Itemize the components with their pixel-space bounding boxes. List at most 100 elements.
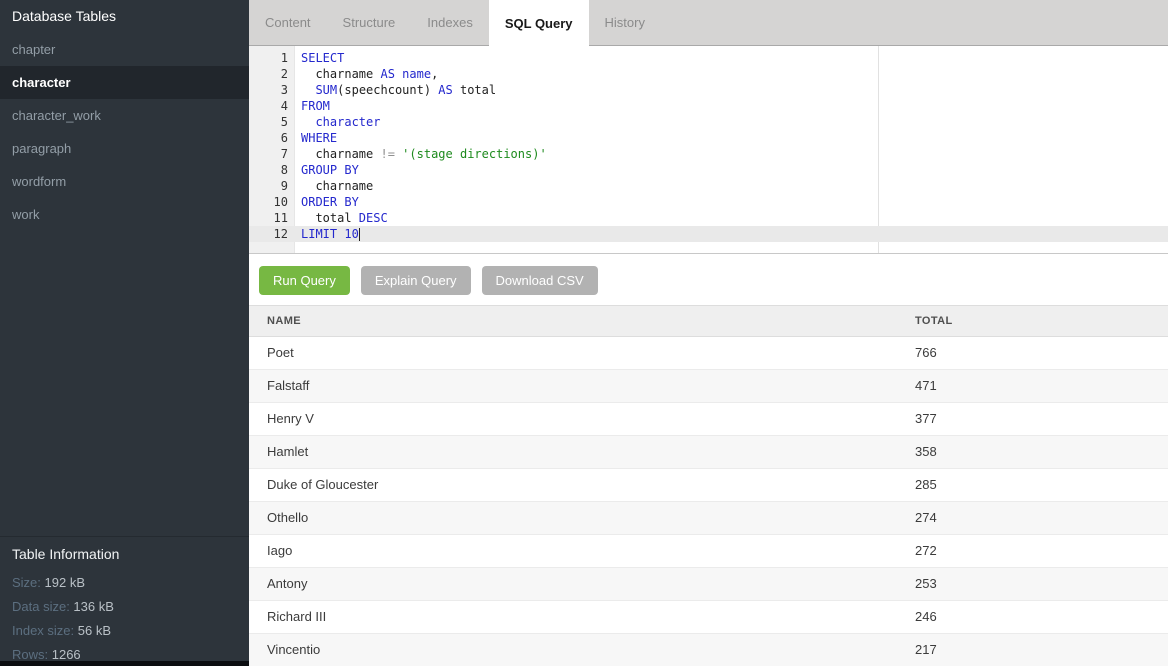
info-label: Data size: bbox=[12, 599, 73, 614]
cell-name: Iago bbox=[267, 535, 292, 567]
query-actions: Run Query Explain Query Download CSV bbox=[249, 254, 1168, 305]
code-line-3[interactable]: 3 SUM(speechcount) AS total bbox=[249, 82, 1168, 98]
line-number: 7 bbox=[249, 146, 288, 162]
token bbox=[301, 115, 315, 129]
sidebar-item-wordform[interactable]: wordform bbox=[0, 165, 249, 198]
table-row: Hamlet 358 bbox=[249, 436, 1168, 469]
table-info-row: Size: 192 kB bbox=[0, 571, 249, 595]
sidebar-item-character[interactable]: character bbox=[0, 66, 249, 99]
token: name bbox=[402, 67, 431, 81]
table-row: Vincentio217 bbox=[249, 634, 1168, 666]
token: SUM bbox=[315, 83, 337, 97]
code-line-5[interactable]: 5 character bbox=[249, 114, 1168, 130]
run-query-button[interactable]: Run Query bbox=[259, 266, 350, 295]
line-number: 3 bbox=[249, 82, 288, 98]
cell-total: 377 bbox=[915, 403, 937, 435]
line-number: 2 bbox=[249, 66, 288, 82]
tab-content[interactable]: Content bbox=[249, 0, 327, 45]
line-number: 5 bbox=[249, 114, 288, 130]
token: ORDER BY bbox=[301, 195, 359, 209]
table-info-panel: Table Information Size: 192 kBData size:… bbox=[0, 536, 249, 661]
token: '(stage directions)' bbox=[402, 147, 547, 161]
line-number: 6 bbox=[249, 130, 288, 146]
info-value: 192 kB bbox=[45, 575, 85, 590]
token: FROM bbox=[301, 99, 330, 113]
table-row: Iago272 bbox=[249, 535, 1168, 568]
results-body: Poet766Falstaff471Henry V377Hamlet358Duk… bbox=[249, 337, 1168, 666]
line-number: 9 bbox=[249, 178, 288, 194]
line-number: 8 bbox=[249, 162, 288, 178]
code-line-8[interactable]: 8 GROUP BY bbox=[249, 162, 1168, 178]
code-line-9[interactable]: 9 charname bbox=[249, 178, 1168, 194]
sql-editor[interactable]: 1SELECT2 charname AS name,3 SUM(speechco… bbox=[249, 46, 1168, 254]
code-text: FROM bbox=[288, 98, 330, 114]
token: SELECT bbox=[301, 51, 344, 65]
table-row: Othello274 bbox=[249, 502, 1168, 535]
table-info-row: Data size: 136 kB bbox=[0, 595, 249, 619]
cell-name: Hamlet bbox=[267, 436, 308, 468]
tab-bar: ContentStructureIndexesSQL QueryHistory bbox=[249, 0, 1168, 46]
code-text: GROUP BY bbox=[288, 162, 359, 178]
code-text: SELECT bbox=[288, 50, 344, 66]
code-text: WHERE bbox=[288, 130, 337, 146]
table-row: Richard III246 bbox=[249, 601, 1168, 634]
column-header-name: NAME bbox=[267, 306, 301, 336]
code-text: charname bbox=[288, 178, 373, 194]
sidebar-item-work[interactable]: work bbox=[0, 198, 249, 231]
token: GROUP BY bbox=[301, 163, 359, 177]
cell-total: 217 bbox=[915, 634, 937, 666]
table-row: Antony253 bbox=[249, 568, 1168, 601]
code-line-12[interactable]: 12LIMIT 10 bbox=[249, 226, 1168, 242]
token: charname bbox=[301, 67, 380, 81]
token: character bbox=[315, 115, 380, 129]
table-list: chaptercharactercharacter_workparagraphw… bbox=[0, 33, 249, 231]
tab-structure[interactable]: Structure bbox=[327, 0, 412, 45]
code-line-2[interactable]: 2 charname AS name, bbox=[249, 66, 1168, 82]
sidebar-item-character_work[interactable]: character_work bbox=[0, 99, 249, 132]
token: DESC bbox=[359, 211, 388, 225]
explain-query-button[interactable]: Explain Query bbox=[361, 266, 471, 295]
table-row: Duke of Gloucester285 bbox=[249, 469, 1168, 502]
sidebar-bottom-strip bbox=[0, 661, 249, 666]
sidebar-title: Database Tables bbox=[0, 0, 249, 33]
token: , bbox=[431, 67, 438, 81]
code-text: total DESC bbox=[288, 210, 388, 226]
code-line-4[interactable]: 4FROM bbox=[249, 98, 1168, 114]
download-csv-button[interactable]: Download CSV bbox=[482, 266, 598, 295]
results-table: NAME TOTAL Poet766Falstaff471Henry V377H… bbox=[249, 305, 1168, 666]
code-text: character bbox=[288, 114, 380, 130]
token: (speechcount) bbox=[337, 83, 438, 97]
sidebar-item-paragraph[interactable]: paragraph bbox=[0, 132, 249, 165]
tab-history[interactable]: History bbox=[589, 0, 661, 45]
app-window: Database Tables chaptercharactercharacte… bbox=[0, 0, 1168, 666]
code-line-7[interactable]: 7 charname != '(stage directions)' bbox=[249, 146, 1168, 162]
tab-indexes[interactable]: Indexes bbox=[411, 0, 489, 45]
token: AS bbox=[380, 67, 394, 81]
info-label: Rows: bbox=[12, 647, 52, 662]
code-text: charname != '(stage directions)' bbox=[288, 146, 547, 162]
code-line-10[interactable]: 10 ORDER BY bbox=[249, 194, 1168, 210]
table-info-row: Index size: 56 kB bbox=[0, 619, 249, 643]
cell-name: Poet bbox=[267, 337, 294, 369]
code-line-11[interactable]: 11 total DESC bbox=[249, 210, 1168, 226]
tab-sql-query[interactable]: SQL Query bbox=[489, 0, 589, 46]
cell-name: Antony bbox=[267, 568, 307, 600]
line-number: 12 bbox=[249, 226, 288, 242]
cell-total: 358 bbox=[915, 436, 937, 468]
info-label: Size: bbox=[12, 575, 45, 590]
sidebar-item-chapter[interactable]: chapter bbox=[0, 33, 249, 66]
editor-code[interactable]: 1SELECT2 charname AS name,3 SUM(speechco… bbox=[249, 50, 1168, 242]
code-line-6[interactable]: 6WHERE bbox=[249, 130, 1168, 146]
info-value: 136 kB bbox=[73, 599, 113, 614]
table-row: Poet766 bbox=[249, 337, 1168, 370]
code-line-1[interactable]: 1SELECT bbox=[249, 50, 1168, 66]
code-text: SUM(speechcount) AS total bbox=[288, 82, 496, 98]
code-text: ORDER BY bbox=[288, 194, 359, 210]
line-number: 10 bbox=[249, 194, 288, 210]
code-text: LIMIT 10 bbox=[288, 226, 360, 242]
cell-name: Othello bbox=[267, 502, 308, 534]
cell-total: 471 bbox=[915, 370, 937, 402]
token: total bbox=[453, 83, 496, 97]
token: total bbox=[301, 211, 359, 225]
token: charname bbox=[301, 147, 380, 161]
